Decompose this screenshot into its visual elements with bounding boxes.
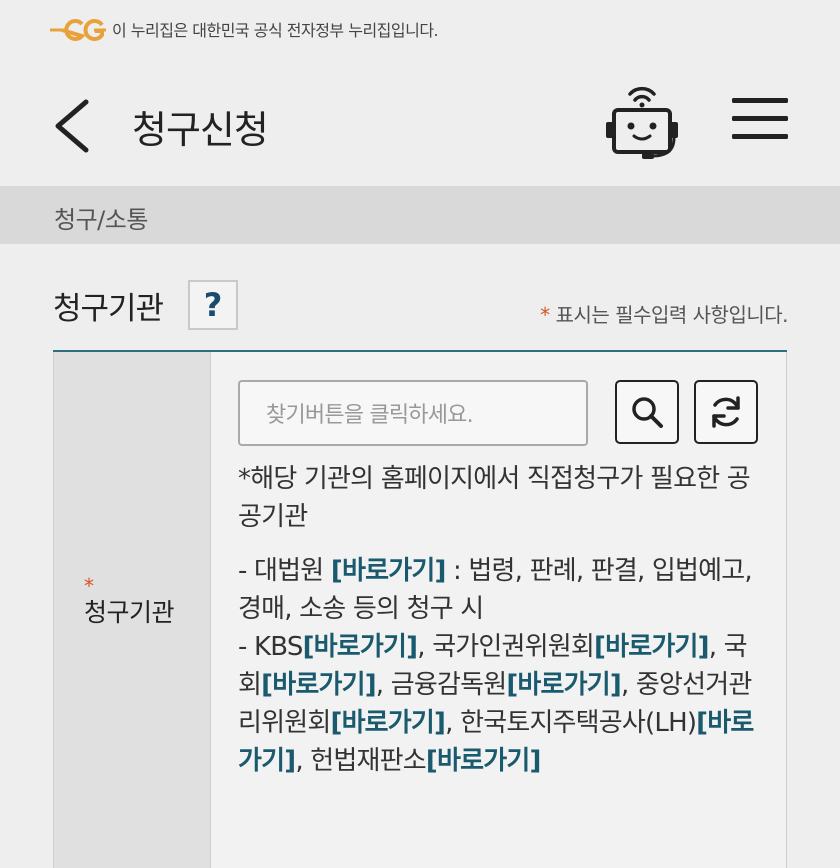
field-label-cell: * 청구기관 bbox=[53, 352, 211, 868]
breadcrumb-text[interactable]: 청구/소통 bbox=[54, 200, 148, 235]
page-header: 청구신청 bbox=[0, 58, 840, 186]
field-label: 청구기관 bbox=[84, 598, 175, 627]
refresh-icon bbox=[712, 396, 740, 428]
required-note: * 표시는 필수입력 사항입니다. bbox=[540, 299, 788, 328]
section-title: 청구기관 bbox=[53, 291, 164, 327]
chatbot-icon[interactable] bbox=[600, 80, 684, 164]
search-icon bbox=[632, 397, 663, 428]
gov-banner-text: 이 누리집은 대한민국 공식 전자정부 누리집입니다. bbox=[112, 21, 439, 40]
agency-search-input[interactable]: 찾기버튼을 클릭하세요. bbox=[238, 380, 588, 446]
shortcut-link[interactable]: [바로가기] bbox=[261, 670, 376, 700]
info-item-others: - KBS[바로가기], 국가인권위원회[바로가기], 국회[바로가기], 금융… bbox=[238, 632, 754, 776]
help-button[interactable]: ? bbox=[188, 280, 238, 330]
shortcut-link[interactable]: [바로가기] bbox=[426, 746, 541, 776]
reset-button[interactable] bbox=[694, 380, 758, 444]
required-note-text: 표시는 필수입력 사항입니다. bbox=[555, 303, 789, 327]
info-intro: *해당 기관의 홈페이지에서 직접청구가 필요한 공공기관 bbox=[238, 464, 751, 532]
hamburger-menu-icon[interactable] bbox=[730, 94, 790, 144]
egov-logo-icon bbox=[50, 19, 106, 41]
shortcut-link[interactable]: [바로가기] bbox=[506, 670, 621, 700]
back-arrow-icon[interactable] bbox=[50, 98, 94, 154]
breadcrumb: 청구/소통 bbox=[0, 186, 840, 244]
shortcut-link[interactable]: [바로가기] bbox=[594, 632, 709, 662]
required-star: * bbox=[540, 303, 550, 327]
field-content-cell: 찾기버튼을 클릭하세요. *해당 기관의 홈페이지에서 직접청구가 필요한 공공… bbox=[211, 352, 787, 868]
shortcut-link[interactable]: [바로가기] bbox=[330, 708, 445, 738]
shortcut-link[interactable]: [바로가기] bbox=[331, 556, 446, 586]
search-button[interactable] bbox=[615, 380, 679, 444]
agency-info: *해당 기관의 홈페이지에서 직접청구가 필요한 공공기관 - 대법원 [바로가… bbox=[238, 460, 768, 780]
page-title: 청구신청 bbox=[132, 108, 269, 152]
shortcut-link[interactable]: [바로가기] bbox=[303, 632, 418, 662]
form-table: * 청구기관 찾기버튼을 클릭하세요. *해당 기관의 홈페이지에서 직접청구가… bbox=[53, 350, 787, 868]
gov-banner: 이 누리집은 대한민국 공식 전자정부 누리집입니다. bbox=[0, 0, 840, 58]
info-item-supreme-court: - 대법원 [바로가기] : 법령, 판례, 판결, 입법예고, 경매, 소송 … bbox=[238, 556, 753, 624]
